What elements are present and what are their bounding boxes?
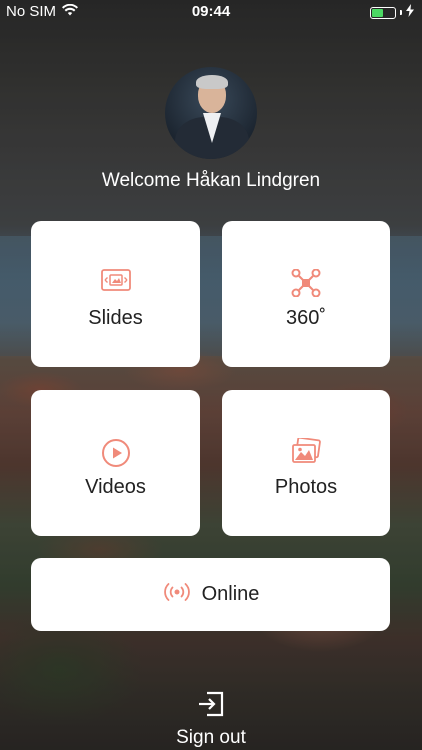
profile-avatar <box>165 67 257 159</box>
view-360-label: 360˚ <box>285 307 327 329</box>
videos-label: Videos <box>85 476 146 498</box>
slides-icon <box>100 269 131 296</box>
battery-icon <box>370 6 396 19</box>
broadcast-icon <box>162 581 192 608</box>
app-screen: No SIM 09:44 Welcome Håkan Lindgren Slid… <box>0 0 422 750</box>
slides-button[interactable]: Slides <box>31 221 200 367</box>
online-button[interactable]: Online <box>31 558 390 631</box>
sign-out-icon <box>197 690 225 723</box>
drone-icon <box>291 268 321 302</box>
status-right <box>370 4 414 21</box>
photos-icon <box>291 436 321 469</box>
welcome-text: Welcome Håkan Lindgren <box>101 170 321 191</box>
sign-out-label: Sign out <box>176 727 246 748</box>
photos-label: Photos <box>274 476 338 498</box>
status-time: 09:44 <box>191 3 231 20</box>
battery-level <box>372 8 384 17</box>
online-content: Online <box>31 558 390 631</box>
photos-button[interactable]: Photos <box>222 390 390 536</box>
slides-label: Slides <box>88 307 143 329</box>
view-360-button[interactable]: 360˚ <box>222 221 390 367</box>
online-label: Online <box>201 583 260 605</box>
status-bar: No SIM 09:44 <box>0 0 422 24</box>
battery-cap <box>400 10 402 15</box>
charging-icon <box>406 4 414 21</box>
sign-out-button[interactable]: Sign out <box>0 690 422 749</box>
videos-button[interactable]: Videos <box>31 390 200 536</box>
play-icon <box>101 438 131 473</box>
